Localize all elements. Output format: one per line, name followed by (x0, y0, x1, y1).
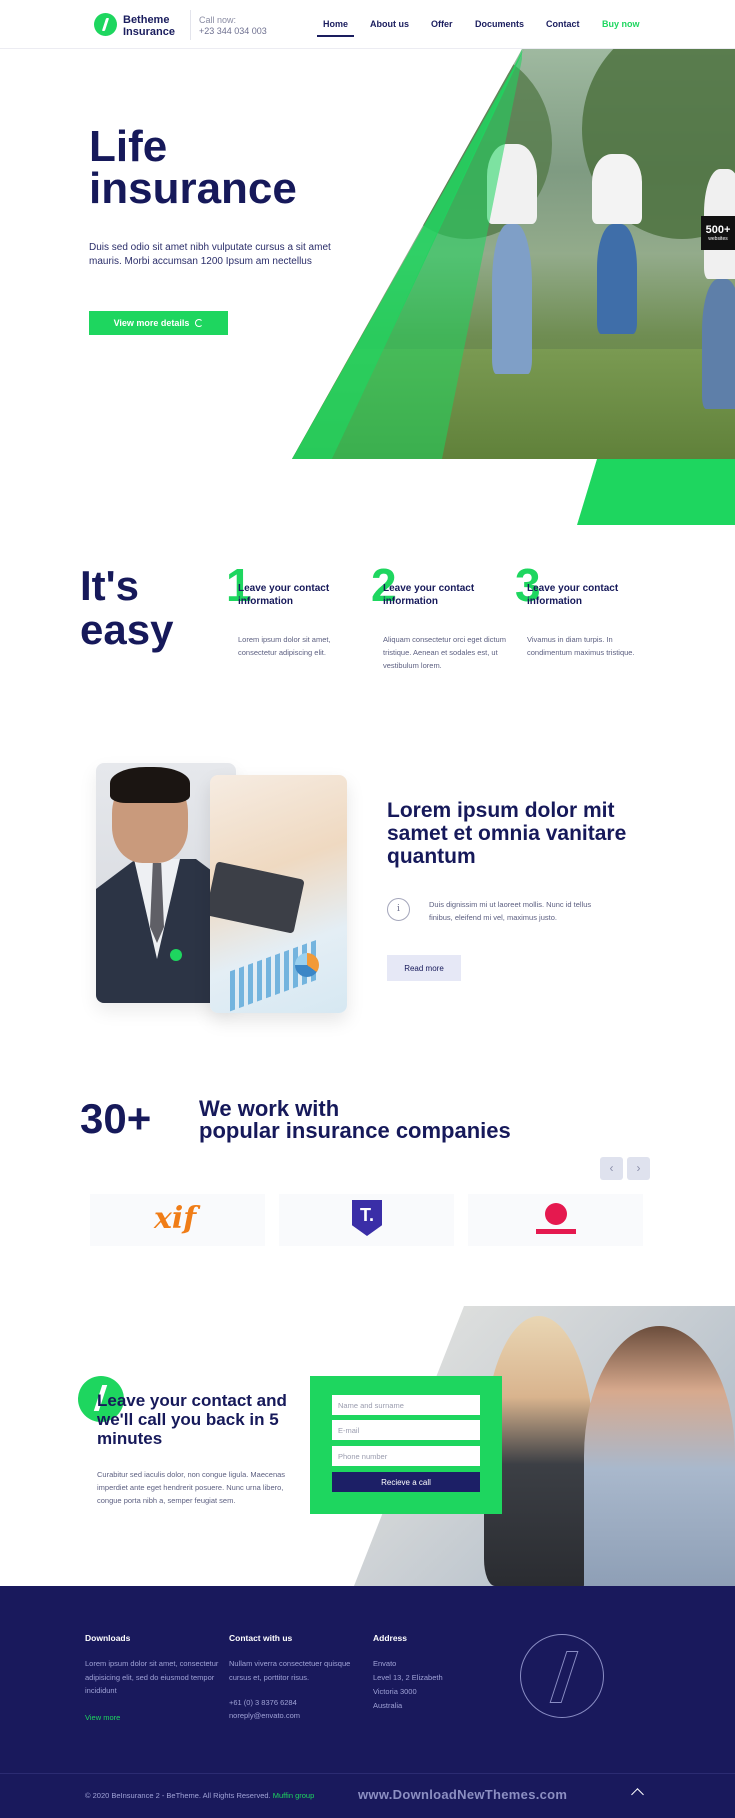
hero-title: Life insurance (89, 122, 297, 213)
hero-title-line2: insurance (89, 164, 297, 213)
step-text: Vivamus in diam turpis. In condimentum m… (527, 635, 635, 657)
step-heading: Leave your contact information (527, 583, 619, 607)
callback-title: Leave your contact and we'll call you ba… (97, 1391, 287, 1448)
footer-phone[interactable]: +61 (0) 3 8376 6284 (229, 1696, 369, 1710)
callback-text: Curabitur sed iaculis dolor, non congue … (97, 1470, 286, 1505)
logo-line1: Betheme (123, 14, 170, 26)
receive-call-button[interactable]: Recieve a call (332, 1472, 480, 1492)
footer-contact-text: Nullam viverra consectetuer quisque curs… (229, 1659, 351, 1682)
phone-input[interactable] (332, 1446, 480, 1466)
companies-title: We work with popular insurance companies (199, 1098, 511, 1142)
copyright-link[interactable]: Muffin group (273, 1791, 315, 1800)
easy-title-line2: easy (80, 606, 174, 653)
hero-title-line1: Life (89, 122, 168, 171)
logo-text[interactable]: Betheme Insurance (123, 14, 193, 38)
view-more-details-button[interactable]: View more details (89, 311, 228, 335)
footer-logo-icon (520, 1634, 604, 1718)
refresh-icon (195, 319, 204, 327)
step-text: Aliquam consectetur orci eget dictum tri… (383, 635, 506, 670)
feature-text: Duis dignissim mi ut laoreet mollis. Nun… (429, 900, 592, 922)
footer-downloads-text: Lorem ipsum dolor sit amet, consectetur … (85, 1659, 219, 1695)
feature-title: Lorem ipsum dolor mit samet et omnia van… (387, 799, 627, 868)
footer-downloads-title: Downloads (85, 1633, 131, 1643)
header-divider (190, 10, 191, 40)
call-label: Call now: (199, 15, 237, 25)
nav-contact[interactable]: Contact (546, 19, 580, 29)
companies-count: 30+ (80, 1095, 152, 1142)
read-more-button[interactable]: Read more (387, 955, 461, 981)
carousel-prev-button[interactable]: ‹ (600, 1157, 623, 1180)
footer-divider (0, 1773, 735, 1774)
footer-view-more-link[interactable]: View more (85, 1713, 120, 1722)
footer-address-line: Level 13, 2 Elizabeth (373, 1673, 443, 1682)
watermark: www.DownloadNewThemes.com (358, 1787, 568, 1802)
footer-address-line: Envato (373, 1659, 397, 1668)
step-text: Lorem ipsum dolor sit amet, consectetur … (238, 635, 331, 657)
easy-title-line1: It's (80, 562, 140, 609)
footer-address-title: Address (373, 1633, 408, 1643)
badge-number: 500+ (705, 224, 731, 236)
call-number[interactable]: +23 344 034 003 (199, 26, 267, 36)
logo-icon[interactable] (94, 13, 117, 36)
hero-description: Duis sed odio sit amet nibh vulputate cu… (89, 242, 331, 267)
nav-offer[interactable]: Offer (431, 19, 453, 29)
name-input[interactable] (332, 1395, 480, 1415)
xif-logo: xif (154, 1201, 197, 1236)
view-more-details-label: View more details (113, 318, 190, 328)
documents-photo (210, 775, 347, 1013)
logo-line2: Insurance (123, 26, 175, 38)
footer-address-line: Victoria 3000 (373, 1687, 417, 1696)
nav-home[interactable]: Home (316, 19, 355, 37)
nav-about-us[interactable]: About us (370, 19, 409, 29)
footer-address-line: Australia (373, 1701, 403, 1710)
easy-title: It's easy (80, 564, 173, 652)
email-input[interactable] (332, 1420, 480, 1440)
footer-contact-title: Contact with us (229, 1633, 293, 1643)
info-icon: i (387, 898, 410, 921)
copyright: © 2020 BeInsurance 2 - BeTheme. All Righ… (85, 1791, 314, 1800)
companies-title-line2: popular insurance companies (199, 1118, 511, 1143)
step-heading: Leave your contact information (383, 583, 475, 607)
person-logo-icon (545, 1203, 567, 1225)
footer-email[interactable]: noreply@envato.com (229, 1709, 369, 1723)
hero-green-shape (577, 459, 735, 525)
logo-pin-icon (170, 949, 182, 961)
websites-badge[interactable]: 500+ websites (701, 216, 735, 250)
person-logo-base (536, 1229, 576, 1234)
carousel-next-button[interactable]: › (627, 1157, 650, 1180)
nav-documents[interactable]: Documents (475, 19, 524, 29)
companies-title-line1: We work with (199, 1096, 340, 1121)
site-header: Betheme Insurance Call now: +23 344 034 … (0, 0, 735, 49)
callback-form: Recieve a call (310, 1376, 502, 1514)
badge-label: websites (708, 236, 728, 242)
step-heading: Leave your contact information (238, 583, 330, 607)
copyright-text: © 2020 BeInsurance 2 - BeTheme. All Righ… (85, 1791, 271, 1800)
nav-buy-now[interactable]: Buy now (602, 19, 640, 29)
